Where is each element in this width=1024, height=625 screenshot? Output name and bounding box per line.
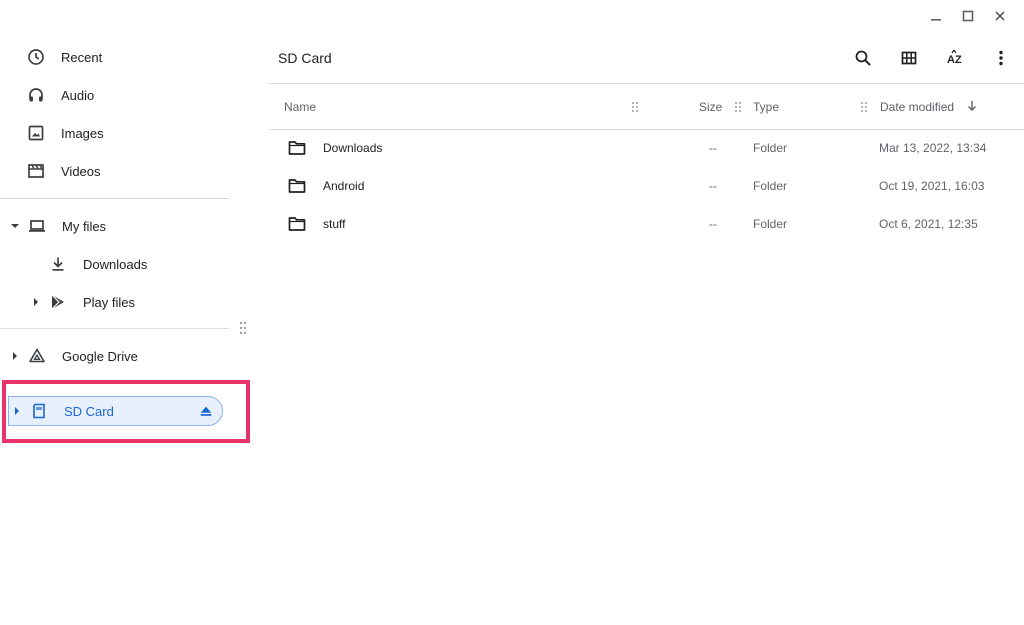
file-name: Android: [323, 179, 365, 193]
sidebar-item-google-drive[interactable]: Google Drive: [9, 340, 138, 372]
page-title: SD Card: [278, 50, 332, 66]
more-vert-icon: [999, 50, 1003, 66]
column-header-name[interactable]: Name: [284, 100, 316, 114]
clock-icon: [26, 47, 46, 67]
search-icon: [855, 50, 871, 66]
sidebar-item-label: SD Card: [64, 403, 114, 419]
sidebar-item-label: My files: [62, 218, 107, 234]
sidebar-item-label: Recent: [61, 49, 103, 65]
file-date: Oct 6, 2021, 12:35: [879, 217, 978, 231]
folder-icon: [288, 179, 306, 193]
file-name: stuff: [323, 217, 346, 231]
sidebar-item-sd-card[interactable]: SD Card: [8, 396, 223, 426]
toolbar: AZ: [840, 44, 1024, 72]
arrow-down-icon[interactable]: [966, 100, 978, 112]
sidebar-item-label: Videos: [61, 163, 101, 179]
sidebar-item-label: Audio: [61, 87, 95, 103]
chevron-right-icon[interactable]: [11, 405, 23, 417]
folder-icon: [288, 141, 306, 155]
film-icon: [26, 161, 46, 181]
main-panel: SD Card AZ Name Size Type Date modified …: [269, 0, 1024, 625]
sidebar-item-label: Images: [61, 125, 104, 141]
table-row[interactable]: Downloads -- Folder Mar 13, 2022, 13:34: [269, 129, 1024, 167]
resize-handle[interactable]: [238, 320, 248, 336]
sort-az-icon: AZ: [947, 49, 962, 66]
file-size: --: [709, 141, 717, 155]
sd-card-icon: [29, 401, 49, 421]
file-type: Folder: [753, 179, 788, 193]
sidebar-item-label: Downloads: [83, 256, 148, 272]
file-date: Oct 19, 2021, 16:03: [879, 179, 985, 193]
file-name: Downloads: [323, 141, 383, 155]
chevron-down-icon[interactable]: [9, 220, 21, 232]
file-size: --: [709, 217, 717, 231]
sidebar-divider: [0, 328, 229, 329]
image-icon: [26, 123, 46, 143]
column-header-date-modified[interactable]: Date modified: [880, 100, 954, 114]
sidebar-item-downloads[interactable]: Downloads: [48, 248, 147, 280]
play-store-icon: [48, 292, 68, 312]
headphones-icon: [26, 85, 46, 105]
header-divider: [269, 83, 1024, 84]
chevron-right-icon[interactable]: [30, 296, 42, 308]
search-button[interactable]: [840, 44, 886, 72]
sidebar-item-play-files[interactable]: Play files: [30, 286, 135, 318]
file-date: Mar 13, 2022, 13:34: [879, 141, 987, 155]
grid-view-icon: [901, 51, 917, 65]
column-header-size[interactable]: Size: [699, 100, 722, 114]
column-resize-handle[interactable]: [860, 100, 868, 112]
sidebar-divider: [0, 198, 229, 199]
file-type: Folder: [753, 217, 788, 231]
drive-icon: [27, 346, 47, 366]
sidebar-item-images[interactable]: Images: [26, 117, 104, 149]
column-header-type[interactable]: Type: [753, 100, 779, 114]
eject-icon[interactable]: [198, 403, 214, 419]
chevron-right-icon[interactable]: [9, 350, 21, 362]
sidebar: Recent Audio Images Videos My files Down…: [0, 0, 260, 625]
sort-button[interactable]: AZ: [932, 44, 978, 72]
table-row[interactable]: Android -- Folder Oct 19, 2021, 16:03: [269, 167, 1024, 205]
sidebar-item-audio[interactable]: Audio: [26, 79, 94, 111]
column-resize-handle[interactable]: [631, 100, 639, 112]
sidebar-item-label: Google Drive: [62, 348, 138, 364]
folder-icon: [288, 217, 306, 231]
svg-text:AZ: AZ: [947, 54, 962, 66]
more-options-button[interactable]: [978, 44, 1024, 72]
column-resize-handle[interactable]: [734, 100, 742, 112]
sidebar-item-recent[interactable]: Recent: [26, 41, 102, 73]
grid-view-button[interactable]: [886, 44, 932, 72]
file-size: --: [709, 179, 717, 193]
file-type: Folder: [753, 141, 788, 155]
laptop-icon: [27, 216, 47, 236]
sidebar-item-label: Play files: [83, 294, 136, 310]
download-icon: [48, 254, 68, 274]
sidebar-item-videos[interactable]: Videos: [26, 155, 101, 187]
table-row[interactable]: stuff -- Folder Oct 6, 2021, 12:35: [269, 205, 1024, 243]
sidebar-item-my-files[interactable]: My files: [9, 210, 106, 242]
